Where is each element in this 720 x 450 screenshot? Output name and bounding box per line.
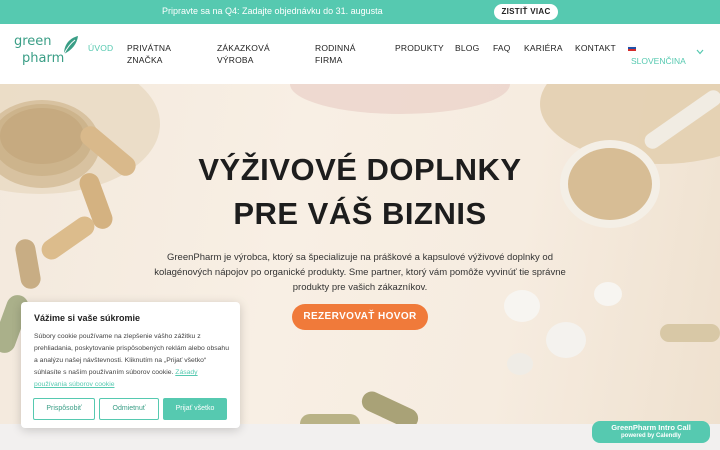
hero-description: GreenPharm je výrobca, ktorý sa špeciali… [154, 252, 566, 293]
nav-item-privatna-znacka[interactable]: PRIVÁTNA ZNAČKA [127, 42, 171, 66]
cookie-title: Vážime si vaše súkromie [34, 313, 141, 323]
chevron-down-icon[interactable] [696, 49, 704, 55]
nav-item-zakazkova-vyroba[interactable]: ZÁKAZKOVÁ VÝROBA [217, 42, 270, 66]
nav-item-blog[interactable]: BLOG [455, 42, 479, 54]
logo-text-green: green [14, 34, 52, 49]
leaf-icon [63, 36, 78, 55]
cookie-text: Súbory cookie používame na zlepšenie váš… [34, 333, 229, 388]
hero-title-line2: PRE VÁŠ BIZNIS [233, 196, 487, 231]
calendly-badge[interactable]: GreenPharm Intro Call powered by Calendl… [592, 421, 710, 443]
logo[interactable]: green pharm [14, 34, 78, 74]
site-header [0, 24, 720, 84]
nav-item-kontakt[interactable]: KONTAKT [575, 42, 616, 54]
nav-item-faq[interactable]: FAQ [493, 42, 511, 54]
nav-item-rodinna-firma[interactable]: RODINNÁ FIRMA [315, 42, 356, 66]
cookie-consent-dialog: Vážime si vaše súkromie Súbory cookie po… [21, 302, 240, 428]
customize-button[interactable]: Prispôsobiť [33, 398, 95, 420]
reject-button[interactable]: Odmietnuť [99, 398, 159, 420]
accept-all-button[interactable]: Prijať všetko [163, 398, 227, 420]
nav-item-uvod[interactable]: ÚVOD [88, 42, 113, 54]
language-selector[interactable]: SLOVENČINA [631, 55, 686, 67]
promo-bar: Pripravte sa na Q4: Zadajte objednávku d… [0, 0, 720, 24]
slovak-flag-icon [628, 45, 636, 51]
learn-more-button[interactable]: ZISTIŤ VIAC [494, 4, 558, 20]
nav-item-produkty[interactable]: PRODUKTY [395, 42, 444, 54]
calendly-subtitle: powered by Calendly [620, 433, 681, 439]
promo-text: Pripravte sa na Q4: Zadajte objednávku d… [162, 6, 383, 16]
book-call-button[interactable]: REZERVOVAŤ HOVOR [292, 304, 428, 330]
nav-item-kariera[interactable]: KARIÉRA [524, 42, 563, 54]
hero-title-line1: VÝŽIVOVÉ DOPLNKY [198, 152, 522, 187]
calendly-title: GreenPharm Intro Call [611, 423, 691, 432]
